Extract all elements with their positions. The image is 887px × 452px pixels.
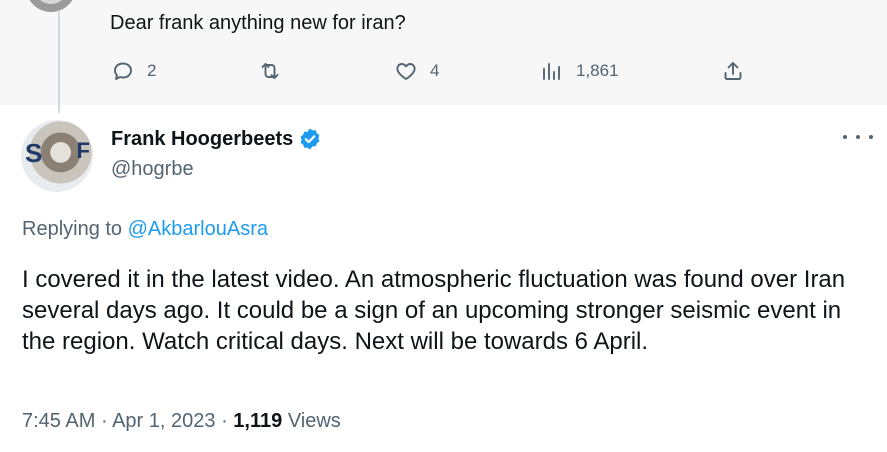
views-button[interactable]: 1,861 [540, 56, 619, 86]
tweet-meta: 7:45 AM · Apr 1, 2023 · 1,119 Views [22, 410, 341, 433]
tweet-date[interactable]: Apr 1, 2023 [112, 410, 215, 432]
replying-to-link[interactable]: @AkbarlouAsra [128, 218, 268, 240]
thread-line [58, 10, 60, 113]
retweet-icon [261, 63, 279, 79]
views-icon [543, 63, 560, 80]
replying-to: Replying to @AkbarlouAsra [22, 218, 268, 241]
views-count: 1,861 [576, 61, 619, 80]
parent-avatar[interactable] [24, 0, 78, 14]
verified-badge-icon [300, 128, 320, 150]
replying-prefix: Replying to [22, 218, 123, 240]
share-icon [724, 62, 742, 80]
meta-separator: · [100, 410, 108, 432]
author-handle[interactable]: @hogrbe [111, 158, 194, 181]
like-icon [396, 63, 416, 80]
tweet-views-label: Views [287, 410, 341, 432]
author-name-row[interactable]: Frank Hoogerbeets [111, 127, 322, 151]
like-button[interactable]: 4 [394, 56, 439, 86]
share-button[interactable] [721, 56, 745, 86]
author-avatar[interactable]: S F [21, 120, 93, 192]
reply-button[interactable]: 2 [111, 56, 156, 86]
meta-separator: · [221, 410, 228, 432]
tweet-text: I covered it in the latest video. An atm… [22, 266, 846, 355]
reply-icon [114, 62, 132, 80]
retweet-button[interactable] [258, 56, 294, 86]
like-count: 4 [430, 61, 440, 80]
parent-tweet-text: Dear frank anything new for iran? [110, 12, 406, 34]
reply-count: 2 [147, 61, 157, 80]
author-name: Frank Hoogerbeets [111, 127, 294, 150]
more-options-icon[interactable] [843, 125, 873, 149]
tweet-time[interactable]: 7:45 AM [22, 410, 95, 432]
tweet-views-count: 1,119 [233, 410, 283, 432]
parent-tweet[interactable]: Dear frank anything new for iran? 2 4 1,… [0, 0, 887, 113]
